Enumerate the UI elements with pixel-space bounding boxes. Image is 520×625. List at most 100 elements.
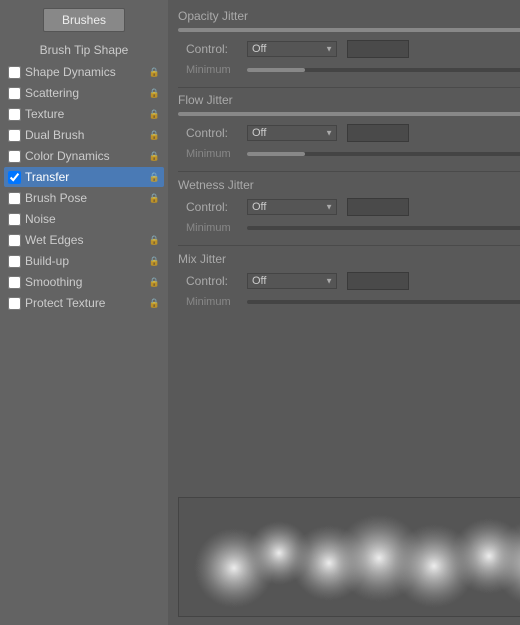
lock-icon-transfer: 🔒 <box>149 172 160 183</box>
wetness-jitter-row: Wetness Jitter <box>178 176 520 194</box>
wetness-control-select[interactable]: Off Fade Pen Pressure Pen Tilt Stylus Wh… <box>247 199 337 215</box>
wetness-min-slider[interactable] <box>247 226 520 230</box>
sidebar-item-label-transfer: Transfer <box>25 170 145 184</box>
sidebar-item-dual-brush[interactable]: Dual Brush 🔒 <box>4 125 164 145</box>
flow-control-select-wrapper: Off Fade Pen Pressure Pen Tilt Stylus Wh… <box>247 125 337 141</box>
lock-icon-smoothing: 🔒 <box>149 277 160 288</box>
sidebar-item-noise[interactable]: Noise <box>4 209 164 229</box>
sidebar-item-label-noise: Noise <box>25 212 160 226</box>
flow-slider[interactable] <box>178 112 520 116</box>
tip-shape-label: Brush Tip Shape <box>4 40 164 62</box>
sidebar-item-texture[interactable]: Texture 🔒 <box>4 104 164 124</box>
sidebar-item-label-texture: Texture <box>25 107 145 121</box>
sidebar-item-label-wet-edges: Wet Edges <box>25 233 145 247</box>
sidebar-item-brush-pose[interactable]: Brush Pose 🔒 <box>4 188 164 208</box>
mix-control-select[interactable]: Off Fade Pen Pressure Pen Tilt Stylus Wh… <box>247 273 337 289</box>
checkbox-brush-pose[interactable] <box>8 192 21 205</box>
wetness-control-input <box>347 198 409 216</box>
sidebar-item-scattering[interactable]: Scattering 🔒 <box>4 83 164 103</box>
opacity-control-input <box>347 40 409 58</box>
sidebar-item-label-color-dynamics: Color Dynamics <box>25 149 145 163</box>
brushes-button[interactable]: Brushes <box>43 8 125 32</box>
wetness-control-row: Control: Off Fade Pen Pressure Pen Tilt … <box>178 198 520 216</box>
checkbox-texture[interactable] <box>8 108 21 121</box>
opacity-min-row: Minimum <box>178 61 520 79</box>
checkbox-scattering[interactable] <box>8 87 21 100</box>
sidebar-item-shape-dynamics[interactable]: Shape Dynamics🔒 <box>4 62 164 82</box>
flow-jitter-label: Flow Jitter <box>178 93 520 107</box>
lock-icon-dual-brush: 🔒 <box>149 130 160 141</box>
checkbox-wet-edges[interactable] <box>8 234 21 247</box>
opacity-control-row: Control: Off Fade Pen Pressure Pen Tilt … <box>178 40 520 58</box>
opacity-min-slider[interactable] <box>247 68 520 72</box>
divider-2 <box>178 171 520 172</box>
flow-control-label: Control: <box>186 126 241 140</box>
mix-jitter-row: Mix Jitter <box>178 250 520 268</box>
sidebar-item-wet-edges[interactable]: Wet Edges 🔒 <box>4 230 164 250</box>
opacity-jitter-row: Opacity Jitter 100% <box>178 8 520 24</box>
sidebar-item-label-dual-brush: Dual Brush <box>25 128 145 142</box>
checkbox-noise[interactable] <box>8 213 21 226</box>
mix-control-label: Control: <box>186 274 241 288</box>
flow-slider-container: ▲ <box>178 110 520 119</box>
checkbox-smoothing[interactable] <box>8 276 21 289</box>
checkbox-build-up[interactable] <box>8 255 21 268</box>
brush-preview <box>178 497 520 617</box>
flow-min-label: Minimum <box>186 148 241 160</box>
divider-1 <box>178 87 520 88</box>
flow-jitter-row: Flow Jitter 100% <box>178 92 520 108</box>
lock-icon-brush-pose: 🔒 <box>149 193 160 204</box>
brush-list: Shape Dynamics🔒Scattering🔒Texture🔒Dual B… <box>4 62 164 313</box>
lock-icon-shape-dynamics: 🔒 <box>149 67 160 78</box>
wetness-min-row: Minimum <box>178 219 520 237</box>
mix-min-row: Minimum <box>178 293 520 311</box>
checkbox-protect-texture[interactable] <box>8 297 21 310</box>
lock-icon-color-dynamics: 🔒 <box>149 151 160 162</box>
mix-control-input <box>347 272 409 290</box>
sidebar-item-label-brush-pose: Brush Pose <box>25 191 145 205</box>
checkbox-transfer[interactable] <box>8 171 21 184</box>
lock-icon-scattering: 🔒 <box>149 88 160 99</box>
lock-icon-texture: 🔒 <box>149 109 160 120</box>
wetness-control-label: Control: <box>186 200 241 214</box>
opacity-control-select-wrapper: Off Fade Pen Pressure Pen Tilt Stylus Wh… <box>247 41 337 57</box>
opacity-jitter-label: Opacity Jitter <box>178 9 520 23</box>
mix-min-slider[interactable] <box>247 300 520 304</box>
flow-control-select[interactable]: Off Fade Pen Pressure Pen Tilt Stylus Wh… <box>247 125 337 141</box>
wetness-jitter-label: Wetness Jitter <box>178 178 520 192</box>
lock-icon-protect-texture: 🔒 <box>149 298 160 309</box>
wetness-control-select-wrapper: Off Fade Pen Pressure Pen Tilt Stylus Wh… <box>247 199 337 215</box>
left-panel: Brushes Brush Tip Shape Shape Dynamics🔒S… <box>0 0 168 625</box>
opacity-control-label: Control: <box>186 42 241 56</box>
mix-min-label: Minimum <box>186 296 241 308</box>
flow-min-row: Minimum <box>178 145 520 163</box>
wetness-min-label: Minimum <box>186 222 241 234</box>
flow-min-slider[interactable] <box>247 152 520 156</box>
opacity-slider[interactable] <box>178 28 520 32</box>
sidebar-item-label-scattering: Scattering <box>25 86 145 100</box>
sidebar-item-color-dynamics[interactable]: Color Dynamics 🔒 <box>4 146 164 166</box>
sidebar-item-protect-texture[interactable]: Protect Texture 🔒 <box>4 293 164 313</box>
divider-3 <box>178 245 520 246</box>
flow-control-input <box>347 124 409 142</box>
opacity-control-select[interactable]: Off Fade Pen Pressure Pen Tilt Stylus Wh… <box>247 41 337 57</box>
checkbox-color-dynamics[interactable] <box>8 150 21 163</box>
opacity-slider-container: ▲ <box>178 26 520 35</box>
sidebar-item-label-build-up: Build-up <box>25 254 145 268</box>
flow-control-row: Control: Off Fade Pen Pressure Pen Tilt … <box>178 124 520 142</box>
right-panel: Opacity Jitter 100% ▲ Control: Off Fade … <box>168 0 520 625</box>
sidebar-item-transfer[interactable]: Transfer 🔒 <box>4 167 164 187</box>
sidebar-item-label-protect-texture: Protect Texture <box>25 296 145 310</box>
sidebar-item-smoothing[interactable]: Smoothing 🔒 <box>4 272 164 292</box>
lock-icon-build-up: 🔒 <box>149 256 160 267</box>
checkbox-shape-dynamics[interactable] <box>8 66 21 79</box>
sidebar-item-label-smoothing: Smoothing <box>25 275 145 289</box>
checkbox-dual-brush[interactable] <box>8 129 21 142</box>
mix-control-select-wrapper: Off Fade Pen Pressure Pen Tilt Stylus Wh… <box>247 273 337 289</box>
mix-control-row: Control: Off Fade Pen Pressure Pen Tilt … <box>178 272 520 290</box>
opacity-min-label: Minimum <box>186 64 241 76</box>
mix-jitter-label: Mix Jitter <box>178 252 520 266</box>
lock-icon-wet-edges: 🔒 <box>149 235 160 246</box>
brush-preview-canvas <box>179 498 520 616</box>
sidebar-item-build-up[interactable]: Build-up 🔒 <box>4 251 164 271</box>
